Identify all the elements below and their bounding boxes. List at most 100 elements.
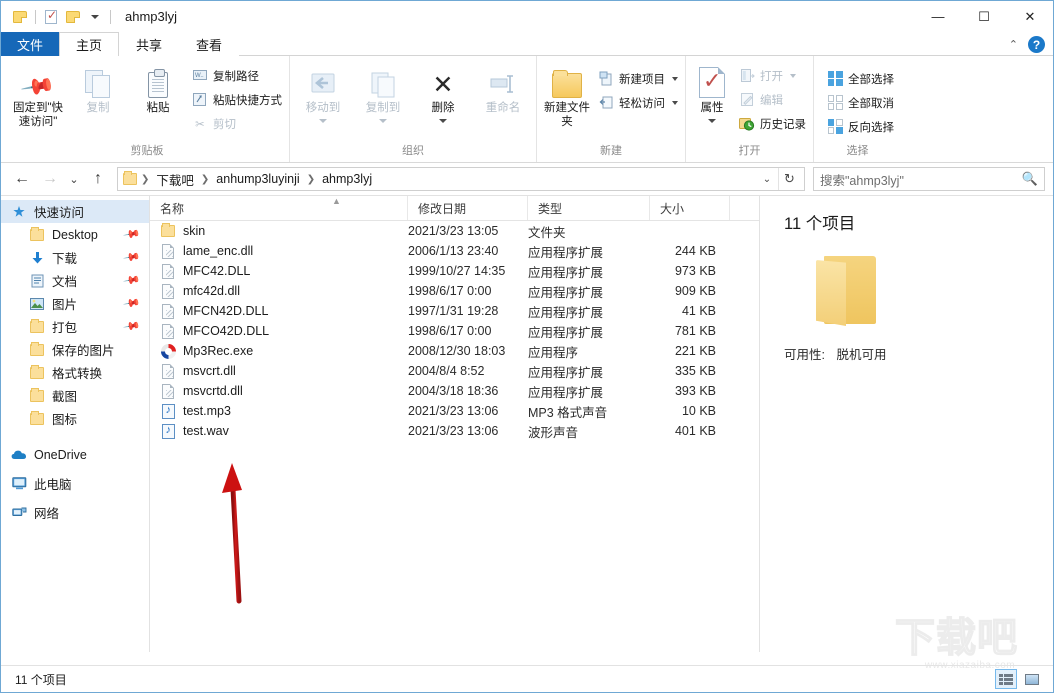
open-button[interactable]: 打开 xyxy=(736,65,809,86)
file-list-pane: 名称 修改日期 类型 大小 ▲ skin 2021/3/23 13:05 文件夹 xyxy=(150,196,759,652)
breadcrumb[interactable]: ❯ 下载吧 ❯ anhump3luyinji ❯ ahmp3lyj ⌄ ↻ xyxy=(117,167,805,191)
sidebar-item-icons[interactable]: 图标 xyxy=(1,407,149,430)
table-row[interactable]: msvcrt.dll 2004/8/4 8:52 应用程序扩展 335 KB xyxy=(150,361,759,381)
forward-button[interactable]: → xyxy=(37,166,63,192)
search-icon[interactable]: 🔍 xyxy=(1022,171,1038,187)
table-row[interactable]: MFCO42D.DLL 1998/6/17 0:00 应用程序扩展 781 KB xyxy=(150,321,759,341)
new-item-button[interactable]: 新建项目 xyxy=(595,68,681,89)
chevron-down-icon[interactable] xyxy=(439,119,447,123)
sidebar-item-label: 截图 xyxy=(52,386,77,405)
sidebar-item-desktop[interactable]: Desktop 📌 xyxy=(1,223,149,246)
chevron-down-icon[interactable] xyxy=(708,119,716,123)
folder-icon[interactable] xyxy=(9,6,31,28)
copy-path-button[interactable]: W.. 复制路径 xyxy=(189,65,285,86)
sidebar-item-documents[interactable]: 文档 📌 xyxy=(1,269,149,292)
chevron-down-icon[interactable] xyxy=(84,6,106,28)
sidebar-item-network[interactable]: 网络 xyxy=(1,501,149,524)
tab-view[interactable]: 查看 xyxy=(179,32,239,56)
up-button[interactable]: ↑ xyxy=(85,166,111,192)
back-button[interactable]: ← xyxy=(9,166,35,192)
new-folder-button[interactable]: 新建文件夹 xyxy=(541,62,593,129)
column-header-name[interactable]: 名称 xyxy=(150,196,408,220)
history-button[interactable]: 历史记录 xyxy=(736,113,809,134)
sidebar-item-format-conversion[interactable]: 格式转换 xyxy=(1,361,149,384)
file-date-cell: 2004/3/18 18:36 xyxy=(408,384,528,398)
paste-button[interactable]: 粘贴 xyxy=(129,62,187,115)
new-folder-icon[interactable] xyxy=(62,6,84,28)
clipboard-small-commands: W.. 复制路径 粘贴快捷方式 ✂ 剪切 xyxy=(189,62,285,134)
table-row[interactable]: MFCN42D.DLL 1997/1/31 19:28 应用程序扩展 41 KB xyxy=(150,301,759,321)
table-row[interactable]: test.mp3 2021/3/23 13:06 MP3 格式声音 10 KB xyxy=(150,401,759,421)
dll-icon xyxy=(160,323,176,339)
sidebar-item-saved-pictures[interactable]: 保存的图片 xyxy=(1,338,149,361)
table-row[interactable]: msvcrtd.dll 2004/3/18 18:36 应用程序扩展 393 K… xyxy=(150,381,759,401)
pin-to-quick-access-button[interactable]: 📌 固定到"快速访问" xyxy=(9,62,67,129)
table-row[interactable]: test.wav 2021/3/23 13:06 波形声音 401 KB xyxy=(150,421,759,441)
chevron-down-icon[interactable] xyxy=(319,119,327,123)
breadcrumb-item-1[interactable]: anhump3luyinji xyxy=(212,172,303,186)
sidebar-item-onedrive[interactable]: OneDrive xyxy=(1,443,149,466)
chevron-down-icon[interactable] xyxy=(672,77,678,81)
details-view-icon[interactable] xyxy=(995,669,1017,689)
properties-icon[interactable] xyxy=(40,6,62,28)
edit-button[interactable]: 编辑 xyxy=(736,89,809,110)
select-all-button[interactable]: 全部选择 xyxy=(824,68,897,89)
close-button[interactable]: ✕ xyxy=(1007,1,1053,32)
paste-shortcut-button[interactable]: 粘贴快捷方式 xyxy=(189,89,285,110)
dll-icon xyxy=(160,263,176,279)
rename-button[interactable]: 重命名 xyxy=(474,62,532,115)
copy-button[interactable]: 复制 xyxy=(69,62,127,115)
move-to-button[interactable]: 移动到 xyxy=(294,62,352,123)
sidebar-item-quick-access[interactable]: 快速访问 xyxy=(1,200,149,223)
sidebar-item-this-pc[interactable]: 此电脑 xyxy=(1,472,149,495)
chevron-down-icon[interactable] xyxy=(790,74,796,78)
pin-icon[interactable]: 📌 xyxy=(123,317,142,336)
thumbnail-view-icon[interactable] xyxy=(1021,669,1043,689)
invert-selection-button[interactable]: 反向选择 xyxy=(824,116,897,137)
refresh-icon[interactable]: ↻ xyxy=(778,168,800,190)
pin-icon[interactable]: 📌 xyxy=(123,271,142,290)
properties-button[interactable]: 属性 xyxy=(690,62,734,123)
search-input[interactable]: 搜索"ahmp3lyj" 🔍 xyxy=(813,167,1045,191)
tab-share[interactable]: 共享 xyxy=(119,32,179,56)
column-header-type[interactable]: 类型 xyxy=(528,196,650,220)
tab-file[interactable]: 文件 xyxy=(1,32,59,56)
chevron-down-icon[interactable] xyxy=(672,101,678,105)
chevron-down-icon[interactable] xyxy=(379,119,387,123)
sidebar-item-screenshots[interactable]: 截图 xyxy=(1,384,149,407)
sidebar-item-downloads[interactable]: 下载 📌 xyxy=(1,246,149,269)
copy-to-button[interactable]: 复制到 xyxy=(354,62,412,123)
tab-home[interactable]: 主页 xyxy=(59,32,119,56)
sort-indicator-icon: ▲ xyxy=(332,196,341,206)
help-icon[interactable]: ? xyxy=(1028,36,1045,53)
pin-icon[interactable]: 📌 xyxy=(123,248,142,267)
table-row[interactable]: MFC42.DLL 1999/10/27 14:35 应用程序扩展 973 KB xyxy=(150,261,759,281)
chevron-down-icon[interactable]: ⌄ xyxy=(758,174,776,185)
easy-access-button[interactable]: 轻松访问 xyxy=(595,92,681,113)
table-row[interactable]: mfc42d.dll 1998/6/17 0:00 应用程序扩展 909 KB xyxy=(150,281,759,301)
table-row[interactable]: lame_enc.dll 2006/1/13 23:40 应用程序扩展 244 … xyxy=(150,241,759,261)
copy-icon xyxy=(85,66,111,98)
sidebar-item-pictures[interactable]: 图片 📌 xyxy=(1,292,149,315)
table-row[interactable]: Mp3Rec.exe 2008/12/30 18:03 应用程序 221 KB xyxy=(150,341,759,361)
collapse-ribbon-icon[interactable]: ⌃ xyxy=(1009,38,1018,51)
recent-locations-button[interactable]: ⌄ xyxy=(65,166,83,192)
maximize-button[interactable]: ☐ xyxy=(961,1,1007,32)
select-none-button[interactable]: 全部取消 xyxy=(824,92,897,113)
file-name: lame_enc.dll xyxy=(183,244,253,258)
cut-button[interactable]: ✂ 剪切 xyxy=(189,113,285,134)
table-row[interactable]: skin 2021/3/23 13:05 文件夹 xyxy=(150,221,759,241)
pin-icon[interactable]: 📌 xyxy=(123,225,142,244)
breadcrumb-separator: ❯ xyxy=(200,174,210,185)
delete-button[interactable]: ✕ 删除 xyxy=(414,62,472,123)
file-name-cell: MFCO42D.DLL xyxy=(150,323,408,339)
dll-icon xyxy=(160,363,176,379)
column-header-size[interactable]: 大小 xyxy=(650,196,730,220)
column-header-date[interactable]: 修改日期 xyxy=(408,196,528,220)
minimize-button[interactable]: — xyxy=(915,1,961,32)
breadcrumb-item-0[interactable]: 下载吧 xyxy=(152,170,198,189)
breadcrumb-item-2[interactable]: ahmp3lyj xyxy=(318,172,376,186)
this-pc-icon xyxy=(11,476,27,492)
pin-icon[interactable]: 📌 xyxy=(123,294,142,313)
sidebar-item-dabao[interactable]: 打包 📌 xyxy=(1,315,149,338)
